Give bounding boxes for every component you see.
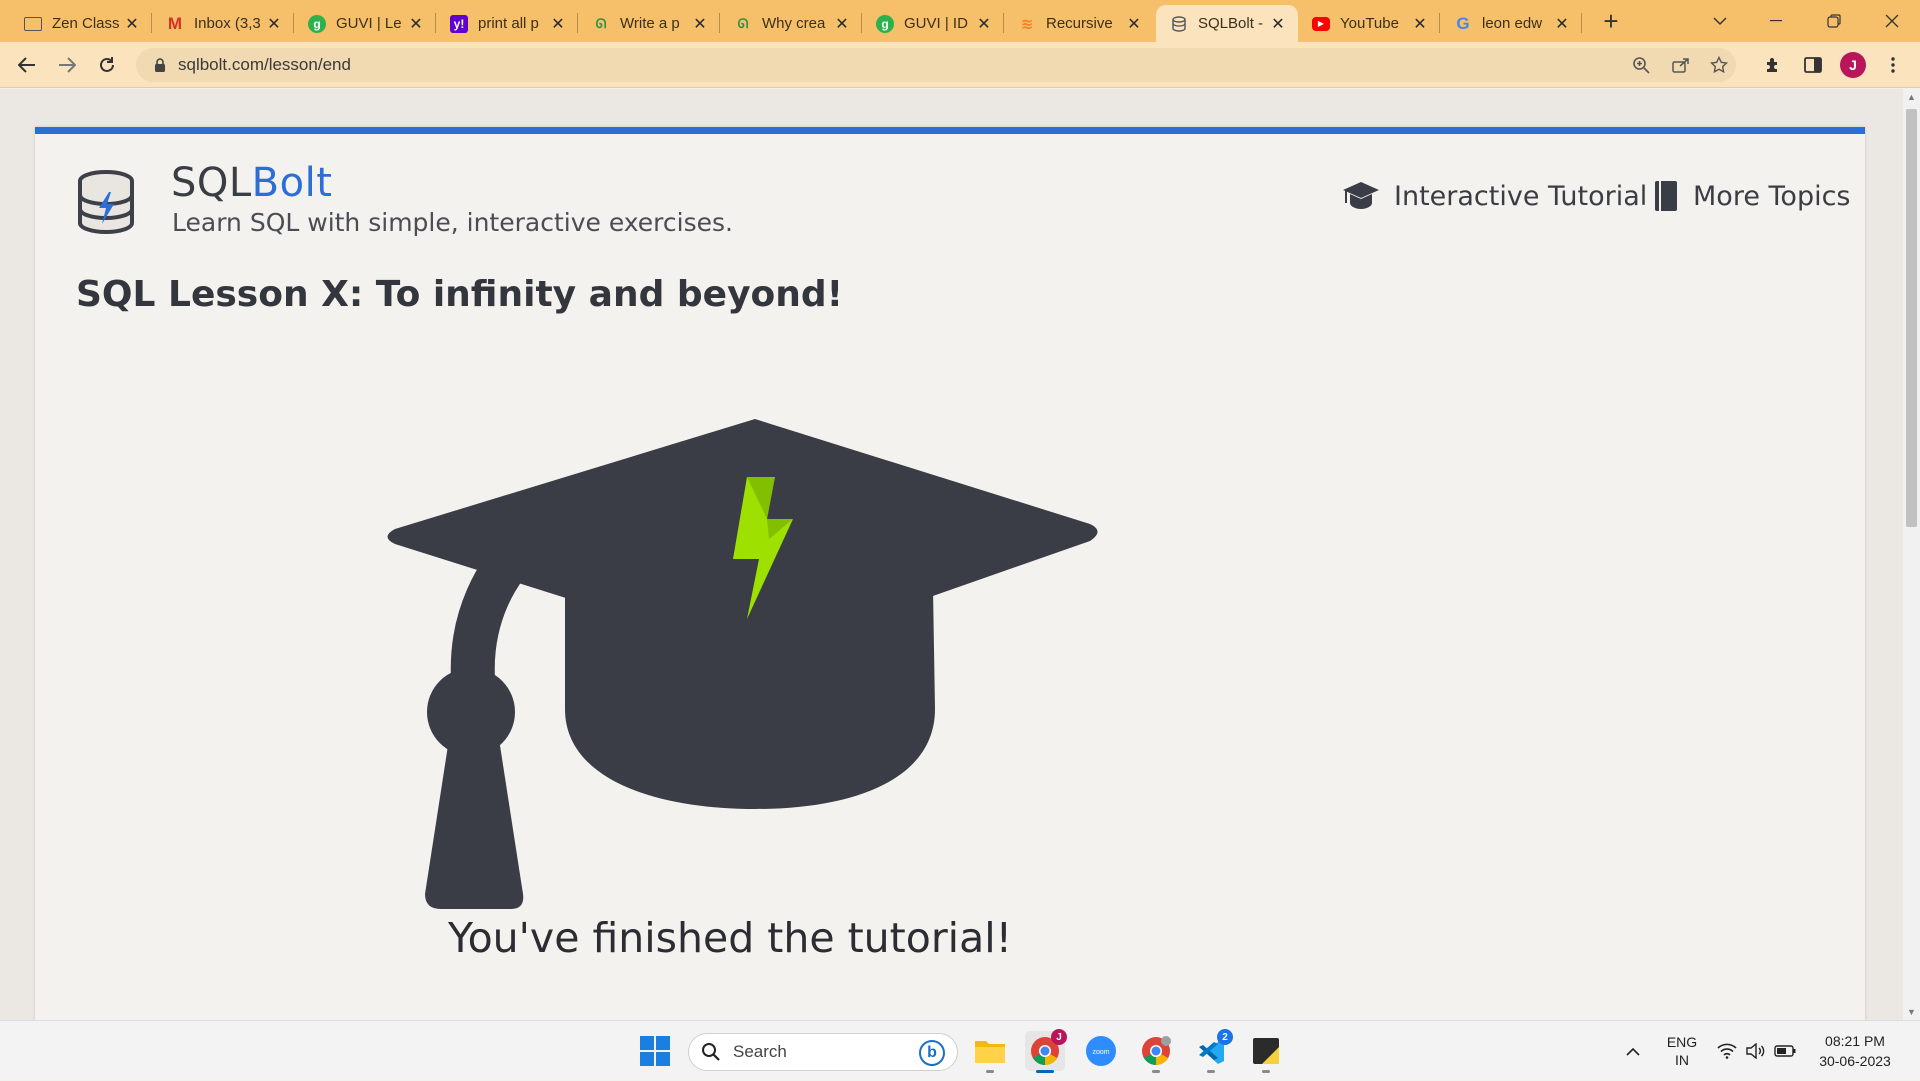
close-icon[interactable]: ✕ (974, 14, 994, 34)
stackoverflow-icon: ≋ (1020, 15, 1034, 33)
zoom-icon[interactable] (1626, 48, 1656, 82)
youtube-icon: ▶ (1312, 16, 1330, 31)
url-text[interactable]: sqlbolt.com/lesson/end (178, 55, 351, 75)
scrollbar-thumb[interactable] (1906, 109, 1917, 527)
search-icon (701, 1042, 721, 1062)
windows-taskbar: Search b J zoom 2 ENG IN 08:21 PM 30-06-… (0, 1020, 1920, 1080)
volume-icon[interactable] (1744, 1021, 1766, 1081)
tab-why-crea[interactable]: ᘏ Why crea ✕ (720, 5, 862, 42)
close-icon[interactable]: ✕ (548, 14, 568, 34)
file-explorer-icon[interactable] (970, 1031, 1010, 1073)
tagline: Learn SQL with simple, interactive exerc… (172, 208, 733, 237)
tab-guvi-id[interactable]: g GUVI | ID ✕ (862, 5, 1004, 42)
graduation-cap-icon (387, 419, 1098, 909)
close-icon[interactable]: ✕ (690, 14, 710, 34)
windows-start-icon[interactable] (635, 1031, 675, 1071)
browser-toolbar: sqlbolt.com/lesson/end J (0, 42, 1920, 88)
address-bar[interactable]: sqlbolt.com/lesson/end (136, 48, 1736, 82)
close-icon[interactable]: ✕ (1552, 14, 1572, 34)
close-icon[interactable]: ✕ (832, 14, 852, 34)
battery-icon[interactable] (1772, 1021, 1798, 1081)
sqlbolt-icon (1170, 15, 1188, 33)
tab-youtube[interactable]: ▶ YouTube ✕ (1298, 5, 1440, 42)
minimize-button[interactable] (1748, 0, 1804, 42)
new-tab-button[interactable]: + (1598, 5, 1624, 37)
back-button[interactable] (12, 50, 42, 80)
chrome-profile-taskbar-icon[interactable] (1136, 1031, 1176, 1073)
language-indicator[interactable]: ENG IN (1660, 1021, 1704, 1081)
zoom-app-icon[interactable]: zoom (1081, 1031, 1121, 1071)
close-icon[interactable]: ✕ (1268, 14, 1288, 34)
book-icon (1655, 181, 1677, 211)
taskbar-search[interactable]: Search b (688, 1033, 958, 1071)
system-clock[interactable]: 08:21 PM 30-06-2023 (1800, 1031, 1910, 1071)
forward-button[interactable] (52, 50, 82, 80)
close-icon[interactable]: ✕ (1124, 14, 1144, 34)
tab-zen-class[interactable]: Zen Class ✕ (10, 5, 152, 42)
geeksforgeeks-icon: ᘏ (595, 15, 607, 31)
page-viewport: SQLBolt Learn SQL with simple, interacti… (0, 89, 1920, 1020)
yahoo-icon: y! (450, 14, 468, 33)
bookmark-star-icon[interactable] (1704, 48, 1734, 82)
mortarboard-icon (1343, 182, 1379, 209)
tab-write-a-p[interactable]: ᘏ Write a p ✕ (578, 5, 720, 42)
tab-inbox[interactable]: M Inbox (3,3 ✕ (152, 5, 294, 42)
tab-search-chevron-icon[interactable] (1692, 0, 1748, 42)
share-icon[interactable] (1666, 48, 1696, 82)
scroll-up-arrow-icon[interactable]: ▲ (1903, 89, 1920, 105)
menu-kebab-icon[interactable] (1878, 50, 1908, 80)
lesson-title: SQL Lesson X: To infinity and beyond! (76, 274, 844, 315)
reload-button[interactable] (92, 50, 122, 80)
wifi-icon[interactable] (1716, 1021, 1738, 1081)
close-icon[interactable]: ✕ (122, 14, 142, 34)
finished-message: You've finished the tutorial! (447, 914, 1013, 962)
profile-avatar[interactable]: J (1838, 50, 1868, 80)
show-hidden-icons-chevron-icon[interactable] (1618, 1021, 1648, 1081)
gmail-icon: M (167, 13, 183, 33)
sqlbolt-logo-icon[interactable] (75, 170, 137, 236)
extensions-icon[interactable] (1758, 50, 1788, 80)
tab-strip: Zen Class ✕ M Inbox (3,3 ✕ g GUVI | Le ✕… (0, 0, 1920, 42)
tab-recursive[interactable]: ≋ Recursive ✕ (1004, 5, 1154, 42)
close-window-button[interactable] (1864, 0, 1920, 42)
guvi-icon: g (876, 14, 894, 33)
guvi-icon: g (308, 14, 326, 33)
scroll-down-arrow-icon[interactable]: ▼ (1903, 1004, 1920, 1020)
lock-icon[interactable] (152, 58, 168, 72)
close-icon[interactable]: ✕ (264, 14, 284, 34)
side-panel-icon[interactable] (1798, 50, 1828, 80)
tab-guvi-le[interactable]: g GUVI | Le ✕ (294, 5, 436, 42)
tab-print-all[interactable]: y! print all p ✕ (436, 5, 578, 42)
page-scrollbar[interactable]: ▲ ▼ (1903, 89, 1920, 1020)
restore-button[interactable] (1806, 0, 1862, 42)
chrome-taskbar-icon[interactable]: J (1025, 1029, 1067, 1073)
close-icon[interactable]: ✕ (406, 14, 426, 34)
bing-icon[interactable]: b (919, 1040, 945, 1066)
close-icon[interactable]: ✕ (1410, 14, 1430, 34)
svg-text:zoom: zoom (1092, 1049, 1109, 1056)
sticky-notes-icon[interactable] (1246, 1031, 1286, 1073)
nav-more-topics[interactable]: More Topics (1653, 180, 1851, 212)
google-icon: G (1456, 13, 1470, 33)
page-icon (24, 16, 42, 31)
content-card: SQLBolt Learn SQL with simple, interacti… (35, 127, 1865, 1020)
brand-name[interactable]: SQLBolt (171, 160, 332, 206)
tab-leon-edw[interactable]: G leon edw ✕ (1440, 5, 1582, 42)
vscode-icon[interactable]: 2 (1191, 1029, 1233, 1073)
geeksforgeeks-icon: ᘏ (737, 15, 749, 31)
nav-interactive-tutorial[interactable]: Interactive Tutorial (1342, 180, 1647, 212)
tab-sqlbolt[interactable]: SQLBolt - ✕ (1156, 5, 1298, 42)
